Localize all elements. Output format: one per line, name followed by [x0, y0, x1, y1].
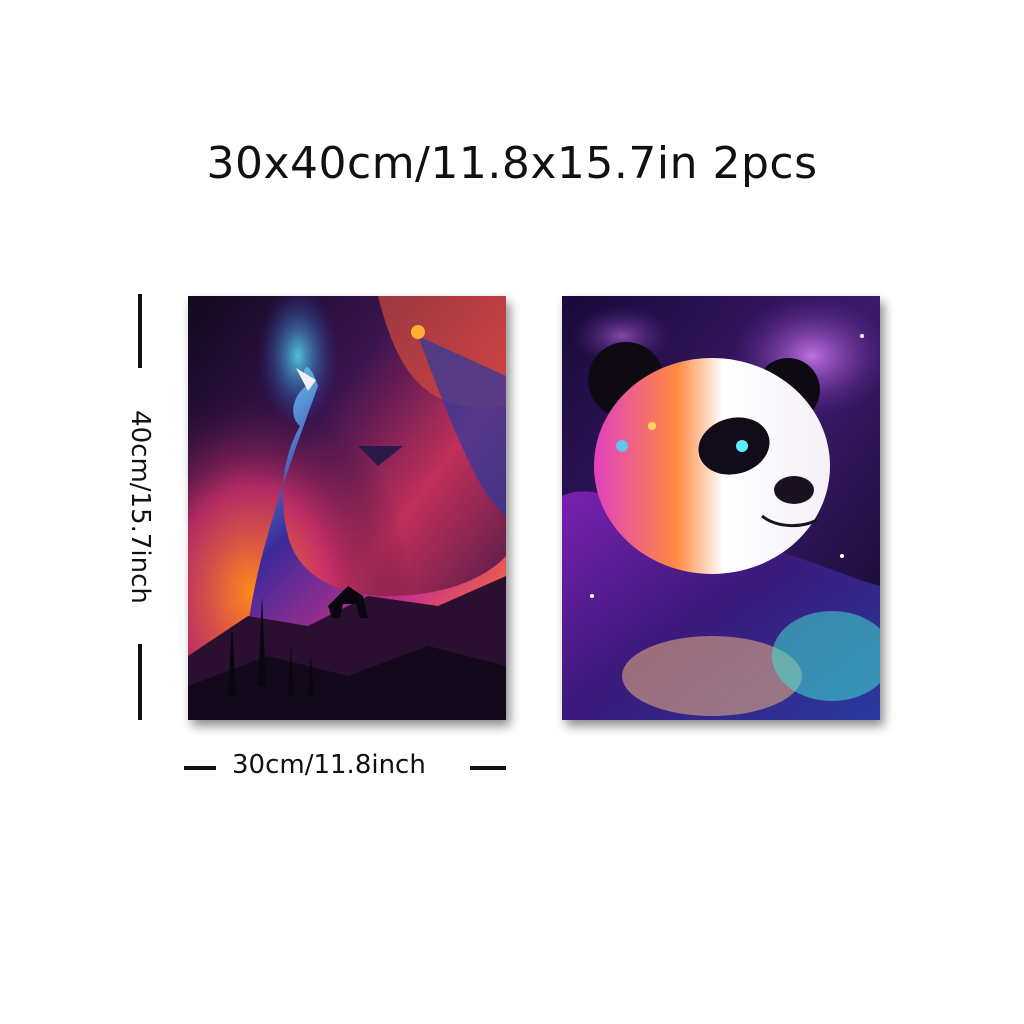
- wolf-painting: [188, 296, 506, 720]
- product-title: 30x40cm/11.8x15.7in 2pcs: [206, 138, 818, 189]
- panda-painting: [562, 296, 880, 720]
- height-dimension-label: 40cm/15.7inch: [125, 410, 155, 604]
- height-dimension-line-top: [138, 294, 142, 368]
- width-dimension-line-right: [470, 766, 506, 770]
- panda-painting-art: [562, 296, 880, 720]
- height-dimension-line-bottom: [138, 644, 142, 720]
- width-dimension-line-left: [184, 766, 216, 770]
- width-dimension-label: 30cm/11.8inch: [232, 750, 426, 780]
- wolf-painting-art: [188, 296, 506, 720]
